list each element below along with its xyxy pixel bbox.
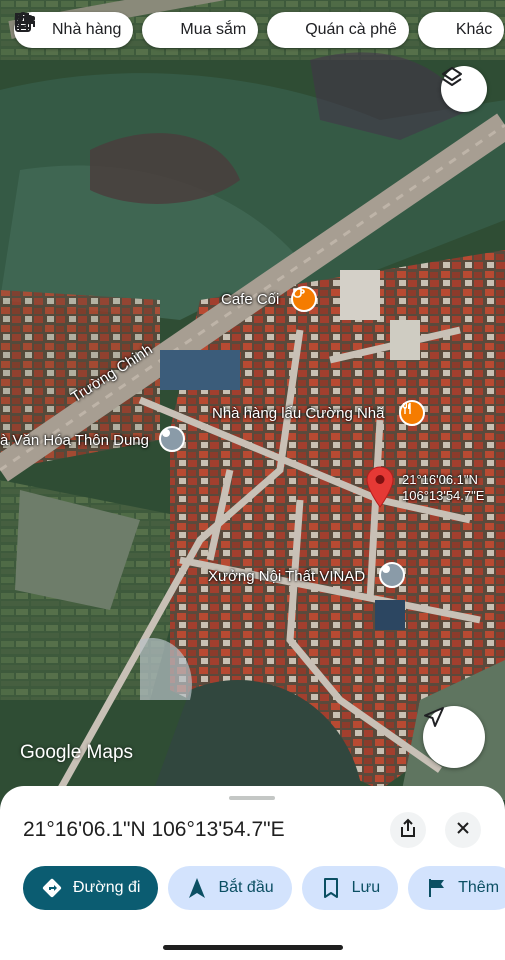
close-icon xyxy=(456,821,470,840)
google-maps-logo: Google Maps xyxy=(20,742,134,763)
bookmark-icon xyxy=(320,877,342,899)
culture-house-poi-marker[interactable] xyxy=(159,426,185,452)
place-label-culture-house: à Văn Hóa Thôn Dung xyxy=(0,432,149,449)
layers-button[interactable] xyxy=(441,66,487,112)
add-label-button[interactable]: Thêm xyxy=(408,866,505,910)
start-label: Bắt đầu xyxy=(218,879,274,896)
chip-shopping[interactable]: Mua sắm xyxy=(15,12,259,48)
map-view[interactable]: Nhà hàng Mua sắm Quán cà phê Khác Trường… xyxy=(0,0,505,800)
my-location-button[interactable] xyxy=(423,706,485,768)
chip-cafes[interactable]: Quán cà phê xyxy=(15,12,409,48)
close-button[interactable] xyxy=(445,812,481,848)
save-button[interactable]: Lưu xyxy=(301,866,399,910)
coffee-cup-icon xyxy=(15,13,299,41)
action-buttons: Đường đi Bắt đầu Lưu Thêm xyxy=(23,866,505,910)
workshop-poi-marker[interactable] xyxy=(379,562,405,588)
flag-icon xyxy=(426,877,448,899)
chip-label: Nhà hàng xyxy=(52,21,122,38)
place-label-cafe: Cafe Cối xyxy=(221,291,280,308)
bottom-sheet: 21°16'06.1"N 106°13'54.7"E Đường đi Bắt … xyxy=(0,786,505,960)
coordinates-title: 21°16'06.1"N 106°13'54.7"E xyxy=(23,818,285,841)
chip-label: Khác xyxy=(455,21,493,38)
directions-button[interactable]: Đường đi xyxy=(23,866,159,910)
chip-label: Mua sắm xyxy=(180,21,247,38)
drag-handle[interactable] xyxy=(229,796,275,800)
shopping-bag-icon xyxy=(15,12,174,41)
navigation-arrow-icon xyxy=(186,877,208,899)
restaurant-poi-marker[interactable] xyxy=(399,400,425,426)
pin-lat: 21°16'06.1"N xyxy=(402,472,478,487)
start-button[interactable]: Bắt đầu xyxy=(168,866,292,910)
save-label: Lưu xyxy=(351,879,381,896)
share-button[interactable] xyxy=(390,812,426,848)
cafe-poi-marker[interactable] xyxy=(291,286,317,312)
home-indicator xyxy=(163,945,343,950)
chip-more[interactable]: Khác xyxy=(15,12,505,48)
pin-coords-label: 21°16'06.1"N 106°13'54.7"E xyxy=(402,472,484,504)
directions-icon xyxy=(41,877,63,899)
chip-label: Quán cà phê xyxy=(305,21,397,38)
bed-icon xyxy=(15,14,450,41)
place-label-restaurant: Nhà hàng lẩu Cường Nhã xyxy=(212,405,385,422)
map-pin-icon xyxy=(366,466,394,508)
directions-label: Đường đi xyxy=(73,879,141,896)
place-label-workshop: Xưởng Nội Thất VINAD xyxy=(208,568,366,585)
share-icon xyxy=(399,818,417,843)
add-label-text: Thêm xyxy=(458,879,500,896)
category-chips: Nhà hàng Mua sắm Quán cà phê Khác xyxy=(14,12,505,48)
pin-lng: 106°13'54.7"E xyxy=(402,488,485,503)
